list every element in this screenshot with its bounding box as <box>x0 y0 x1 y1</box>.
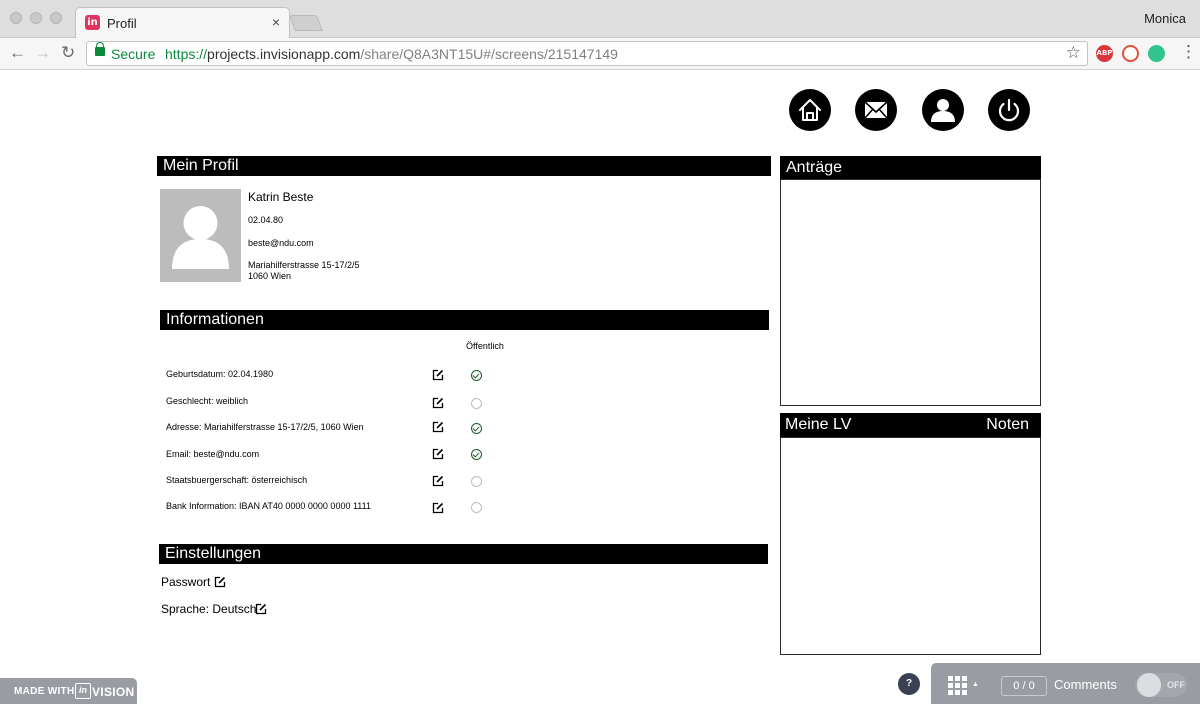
toggle-knob <box>1137 673 1161 697</box>
section-header-einstellungen: Einstellungen <box>159 544 768 564</box>
meine-lv-panel <box>780 437 1041 655</box>
tab-close-icon[interactable]: × <box>272 14 280 30</box>
comments-label[interactable]: Comments <box>1054 677 1117 692</box>
public-checked-radio[interactable] <box>471 423 482 434</box>
screens-grid-icon[interactable] <box>948 676 968 696</box>
help-button[interactable]: ? <box>898 673 920 695</box>
profile-address-line2: 1060 Wien <box>248 271 292 281</box>
browser-menu-icon[interactable]: ⋮ <box>1180 42 1197 62</box>
maximize-window-button[interactable] <box>50 12 62 24</box>
browser-tab[interactable]: in Profil × <box>75 7 290 38</box>
info-row-label: Staatsbuergerschaft: österreichisch <box>166 475 308 485</box>
noten-label: Noten <box>986 416 1029 433</box>
meine-lv-title: Meine LV <box>785 416 852 433</box>
back-arrow-icon[interactable]: ← <box>9 43 26 63</box>
password-label: Passwort <box>161 575 211 589</box>
new-tab-button[interactable] <box>289 15 323 31</box>
public-checked-radio[interactable] <box>471 370 482 381</box>
caret-up-icon[interactable]: ▲ <box>972 681 979 688</box>
browser-toolbar: ← → ↻ Secure https://projects.invisionap… <box>0 38 1200 70</box>
info-row-label: Bank Information: IBAN AT40 0000 0000 00… <box>166 501 371 511</box>
password-setting: Passwort <box>161 575 210 589</box>
antraege-title: Anträge <box>786 159 843 176</box>
comment-bar: ▲ 0 / 0 Comments OFF <box>931 663 1200 704</box>
minimize-window-button[interactable] <box>30 12 42 24</box>
opera-icon[interactable] <box>1122 45 1139 62</box>
public-unchecked-radio[interactable] <box>471 502 482 513</box>
meine-lv-header: Meine LV Noten <box>780 413 1041 438</box>
power-icon[interactable] <box>988 89 1030 131</box>
language-setting: Sprache: Deutsch <box>161 602 256 616</box>
mail-icon[interactable] <box>855 89 897 131</box>
edit-language-icon[interactable] <box>255 603 267 615</box>
made-with-invision-badge[interactable]: MADE WITH in VISION <box>0 678 137 704</box>
adblock-plus-icon[interactable]: ABP <box>1096 45 1113 62</box>
browser-profile-name[interactable]: Monica <box>1144 11 1186 26</box>
edit-icon[interactable] <box>432 369 444 381</box>
section-title: Mein Profil <box>163 157 239 174</box>
info-row-label: Geburtsdatum: 02.04.1980 <box>166 369 274 379</box>
avatar <box>160 189 241 282</box>
counter-right: 0 <box>1028 680 1035 692</box>
public-unchecked-radio[interactable] <box>471 476 482 487</box>
made-with-label: MADE WITH <box>14 686 75 697</box>
public-column-header: Öffentlich <box>466 341 504 351</box>
profile-name: Katrin Beste <box>248 190 314 204</box>
public-unchecked-radio[interactable] <box>471 398 482 409</box>
lock-icon <box>95 42 105 56</box>
comments-toggle[interactable]: OFF <box>1135 673 1187 697</box>
profile-email: beste@ndu.com <box>248 238 314 248</box>
invision-logo-icon: in <box>75 683 91 699</box>
edit-icon[interactable] <box>432 502 444 514</box>
section-header-informationen: Informationen <box>160 310 769 330</box>
chat-bubble-icon[interactable] <box>1148 45 1165 62</box>
public-checked-radio[interactable] <box>471 449 482 460</box>
address-bar[interactable]: Secure https://projects.invisionapp.com/… <box>86 41 1088 66</box>
profile-address-line1: Mariahilferstrasse 15-17/2/5 <box>248 260 360 270</box>
section-title: Einstellungen <box>165 545 262 562</box>
home-icon[interactable] <box>789 89 831 131</box>
section-title: Informationen <box>166 311 264 328</box>
profile-birthdate: 02.04.80 <box>248 215 284 225</box>
secure-label: Secure <box>111 46 156 62</box>
edit-password-icon[interactable] <box>214 576 226 588</box>
browser-titlebar: in Profil × Monica <box>0 0 1200 38</box>
edit-icon[interactable] <box>432 397 444 409</box>
comment-counter: 0 / 0 <box>1001 676 1047 696</box>
url-text: https://projects.invisionapp.com/share/Q… <box>165 46 618 62</box>
antraege-panel <box>780 179 1041 406</box>
avatar-silhouette-icon <box>172 206 229 269</box>
language-label: Sprache: Deutsch <box>161 602 257 616</box>
edit-icon[interactable] <box>432 421 444 433</box>
antraege-header: Anträge <box>780 156 1041 180</box>
section-header-mein-profil: Mein Profil <box>157 156 771 176</box>
forward-arrow-icon[interactable]: → <box>34 43 51 63</box>
edit-icon[interactable] <box>432 448 444 460</box>
info-row-label: Geschlecht: weiblich <box>166 396 249 406</box>
invision-favicon-icon: in <box>85 15 100 30</box>
counter-left: 0 <box>1013 680 1020 692</box>
vision-label: VISION <box>92 685 135 699</box>
bookmark-star-icon[interactable]: ☆ <box>1066 43 1081 63</box>
toggle-off-label: OFF <box>1167 680 1185 690</box>
close-window-button[interactable] <box>10 12 22 24</box>
reload-icon[interactable]: ↻ <box>61 43 75 63</box>
info-row-label: Email: beste@ndu.com <box>166 449 260 459</box>
tab-title: Profil <box>107 16 137 31</box>
info-row-label: Adresse: Mariahilferstrasse 15-17/2/5, 1… <box>166 422 364 432</box>
edit-icon[interactable] <box>432 475 444 487</box>
user-icon[interactable] <box>922 89 964 131</box>
